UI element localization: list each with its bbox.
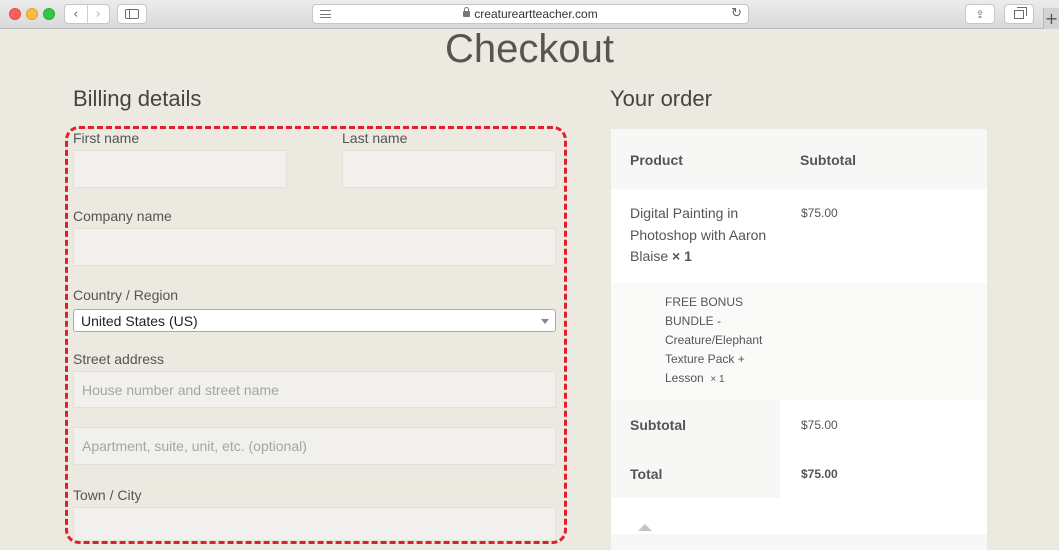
back-icon[interactable]: ‹ [65, 5, 87, 23]
page-title: Checkout [445, 27, 614, 71]
bonus-item-quantity: × 1 [710, 374, 725, 385]
order-item-name-text: Blaise [630, 248, 669, 264]
product-column-header: Product [630, 152, 683, 168]
bonus-item-name: FREE BONUS BUNDLE - Creature/Elephant Te… [665, 293, 762, 389]
navigation-buttons: ‹ › [64, 4, 110, 24]
bonus-item-text: Lesson [665, 371, 704, 385]
bonus-item-line: Creature/Elephant [665, 333, 763, 347]
address-bar[interactable]: creatureartteacher.com ↻ [312, 4, 749, 24]
payment-section-strip [611, 534, 987, 550]
order-item-name-line: Digital Painting in [630, 205, 739, 221]
order-item-name-line: Blaise × 1 [630, 246, 766, 268]
total-value: $75.00 [801, 467, 838, 481]
browser-toolbar: ‹ › creatureartteacher.com ↻ ⇪ + [0, 0, 1059, 29]
order-summary-table: Product Subtotal Digital Painting in Pho… [611, 129, 987, 550]
share-button[interactable]: ⇪ [965, 4, 995, 24]
highlight-annotation [65, 126, 567, 544]
subtotal-value: $75.00 [801, 418, 838, 432]
order-item-name: Digital Painting in Photoshop with Aaron… [630, 203, 766, 268]
order-item-name-line: Photoshop with Aaron [630, 226, 767, 243]
bonus-item-line: BUNDLE - [665, 314, 722, 328]
tabs-icon [1014, 6, 1027, 19]
lock-icon [463, 7, 471, 17]
url-display: creatureartteacher.com [313, 7, 748, 21]
bonus-item-line: Texture Pack + [665, 352, 745, 366]
forward-icon[interactable]: › [86, 5, 110, 23]
reload-icon[interactable]: ↻ [731, 6, 742, 21]
order-item-quantity: × 1 [672, 248, 692, 264]
total-label: Total [630, 466, 663, 482]
billing-details-heading: Billing details [73, 86, 202, 111]
sidebar-toggle-button[interactable] [117, 4, 147, 24]
close-window-button[interactable] [9, 8, 21, 20]
order-item-price: $75.00 [801, 206, 838, 220]
bonus-item-line: Lesson × 1 [665, 369, 762, 389]
subtotal-column-header: Subtotal [800, 152, 856, 168]
bonus-item-line: FREE BONUS [665, 295, 744, 309]
sidebar-icon [125, 9, 139, 19]
show-tabs-button[interactable] [1004, 4, 1034, 24]
share-icon: ⇪ [975, 7, 985, 21]
zoom-window-button[interactable] [43, 8, 55, 20]
minimize-window-button[interactable] [26, 8, 38, 20]
totals-label-column [611, 400, 780, 498]
subtotal-label: Subtotal [630, 417, 686, 433]
triangle-up-icon [638, 524, 652, 531]
new-tab-button[interactable]: + [1043, 8, 1059, 29]
your-order-heading: Your order [610, 86, 712, 111]
url-text: creatureartteacher.com [474, 7, 598, 21]
